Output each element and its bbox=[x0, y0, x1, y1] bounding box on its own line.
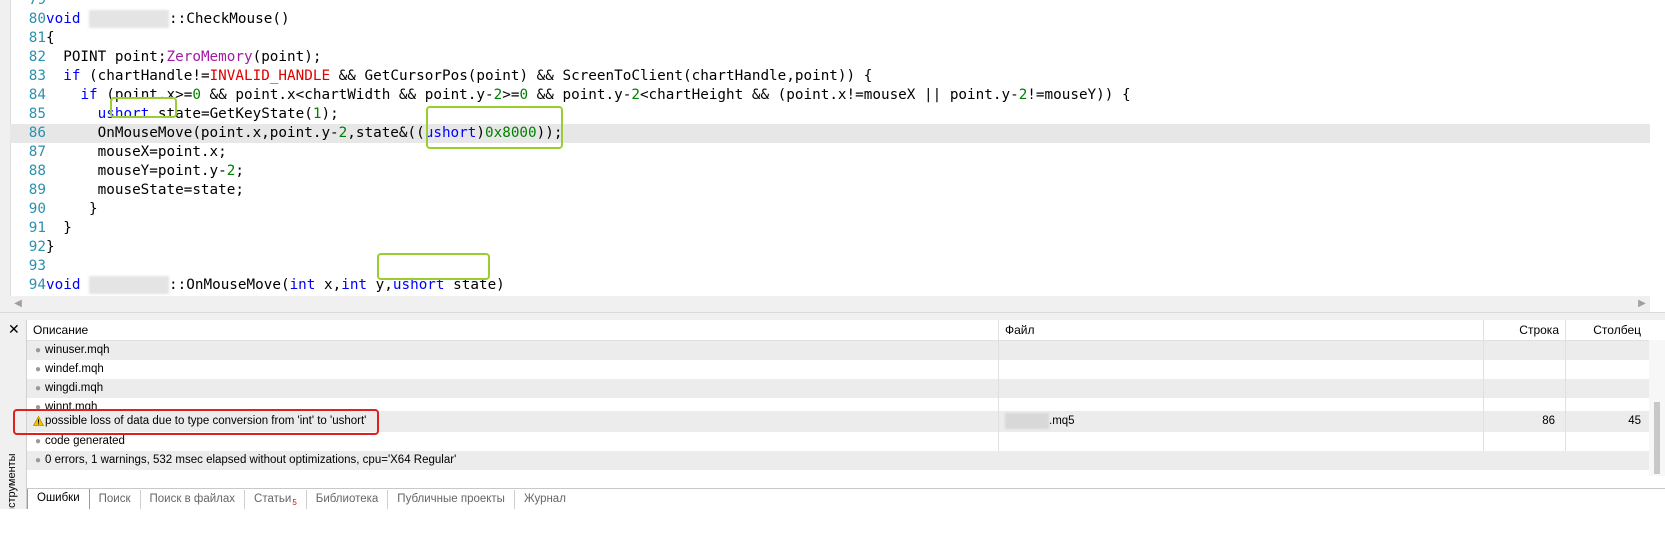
redacted-file-name bbox=[1005, 412, 1049, 429]
tab-public-projects[interactable]: Публичные проекты bbox=[388, 490, 515, 509]
line-number: 88 bbox=[28, 163, 46, 179]
code-line[interactable]: 88 mouseY=point.y-2; bbox=[10, 162, 1650, 181]
redacted-class-name bbox=[89, 276, 170, 294]
table-row[interactable]: ● wingdi.mqh bbox=[27, 379, 1649, 398]
table-header: Описание Файл Строка Столбец bbox=[27, 320, 1649, 341]
bullet-icon: ● bbox=[34, 345, 42, 356]
code-line[interactable]: 87 mouseX=point.x; bbox=[10, 143, 1650, 162]
tab-search[interactable]: Поиск bbox=[90, 490, 141, 509]
code-line[interactable]: 80void ::CheckMouse() bbox=[10, 10, 1650, 29]
line-number: 87 bbox=[28, 144, 46, 160]
line-number: 81 bbox=[28, 30, 46, 46]
column-header-column[interactable]: Столбец bbox=[1566, 320, 1649, 340]
code-line[interactable]: 84 if (point.x>=0 && point.x<chartWidth … bbox=[10, 86, 1650, 105]
scroll-left-icon[interactable]: ◀ bbox=[10, 296, 26, 312]
bottom-whitespace bbox=[0, 509, 1665, 539]
tab-errors[interactable]: Ошибки bbox=[27, 489, 90, 510]
line-number: 91 bbox=[28, 220, 46, 236]
line-number: 79 bbox=[28, 0, 46, 8]
code-line[interactable]: 79 bbox=[10, 0, 1650, 10]
table-body: ● winuser.mqh ● windef.mqh ● wingdi.mqh ● wi… bbox=[27, 341, 1649, 470]
column-header-description[interactable]: Описание bbox=[27, 320, 999, 340]
column-header-file[interactable]: Файл bbox=[999, 320, 1484, 340]
code-line[interactable]: 89 mouseState=state; bbox=[10, 181, 1650, 200]
tab-journal[interactable]: Журнал bbox=[515, 490, 575, 509]
redacted-class-name bbox=[89, 10, 170, 28]
messages-vertical-scrollbar[interactable] bbox=[1649, 340, 1665, 476]
line-number: 94 bbox=[28, 277, 46, 293]
table-row[interactable]: ● windef.mqh bbox=[27, 360, 1649, 379]
line-number: 86 bbox=[28, 125, 46, 141]
line-number: 83 bbox=[28, 68, 46, 84]
code-line[interactable]: 83 if (chartHandle!=INVALID_HANDLE && Ge… bbox=[10, 67, 1650, 86]
code-line[interactable]: 81{ bbox=[10, 29, 1650, 48]
table-row[interactable]: ● 0 errors, 1 warnings, 532 msec elapsed … bbox=[27, 451, 1649, 470]
highlight-box-ushort-cast bbox=[426, 106, 563, 149]
line-number: 90 bbox=[28, 201, 46, 217]
column-header-line[interactable]: Строка bbox=[1484, 320, 1566, 340]
line-number: 80 bbox=[28, 11, 46, 27]
line-number: 93 bbox=[28, 258, 46, 274]
bullet-icon: ● bbox=[34, 364, 42, 375]
highlight-box-ushort-decl bbox=[110, 97, 177, 118]
line-number: 82 bbox=[28, 49, 46, 65]
highlight-box-ushort-param bbox=[377, 253, 490, 280]
line-number: 84 bbox=[28, 87, 46, 103]
errors-table: Описание Файл Строка Столбец ● winuser.mq… bbox=[27, 320, 1649, 470]
tab-library[interactable]: Библиотека bbox=[307, 490, 389, 509]
tab-search-in-files[interactable]: Поиск в файлах bbox=[141, 490, 246, 509]
toolbox-tabs: Ошибки Поиск Поиск в файлах Статьи5 Библ… bbox=[27, 488, 1665, 510]
tab-articles[interactable]: Статьи5 bbox=[245, 490, 307, 509]
code-editor[interactable]: 79 80void ::CheckMouse() 81{ 82 POINT po… bbox=[0, 0, 1665, 318]
table-row[interactable]: ● winuser.mqh bbox=[27, 341, 1649, 360]
panel-splitter[interactable] bbox=[0, 312, 1665, 320]
code-line-current[interactable]: 86 OnMouseMove(point.x,point.y-2,state&(… bbox=[10, 124, 1650, 143]
code-line[interactable]: 94void ::OnMouseMove(int x,int y,ushort … bbox=[10, 276, 1650, 295]
line-number: 89 bbox=[28, 182, 46, 198]
code-lines[interactable]: 79 80void ::CheckMouse() 81{ 82 POINT po… bbox=[10, 0, 1650, 314]
close-icon[interactable]: ✕ bbox=[8, 321, 20, 338]
code-line[interactable]: 85 ushort state=GetKeyState(1); bbox=[10, 105, 1650, 124]
line-number: 85 bbox=[28, 106, 46, 122]
line-number: 92 bbox=[28, 239, 46, 255]
code-line[interactable]: 93 bbox=[10, 257, 1650, 276]
code-line[interactable]: 82 POINT point;ZeroMemory(point); bbox=[10, 48, 1650, 67]
scrollbar-thumb[interactable] bbox=[1654, 402, 1660, 474]
editor-horizontal-scrollbar[interactable]: ◀ ▶ bbox=[10, 296, 1650, 312]
code-line[interactable]: 92} bbox=[10, 238, 1650, 257]
warning-highlight-box bbox=[13, 409, 379, 435]
code-line[interactable]: 90 } bbox=[10, 200, 1650, 219]
articles-count-badge: 5 bbox=[292, 498, 297, 507]
scroll-right-icon[interactable]: ▶ bbox=[1634, 296, 1650, 312]
code-line[interactable]: 91 } bbox=[10, 219, 1650, 238]
bullet-icon: ● bbox=[34, 383, 42, 394]
bullet-icon: ● bbox=[34, 455, 42, 466]
